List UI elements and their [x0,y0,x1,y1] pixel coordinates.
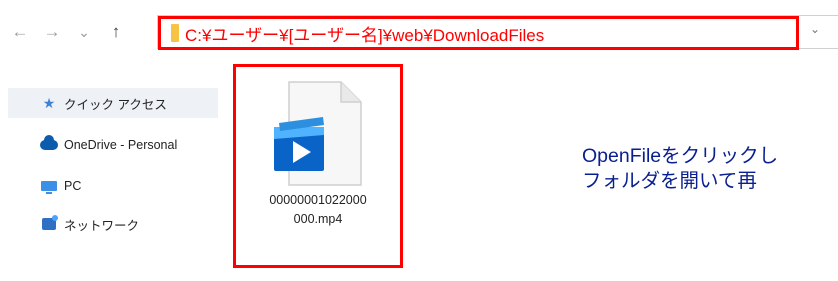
address-highlight-box: C:¥ユーザー¥[ユーザー名]¥web¥DownloadFiles [158,16,799,50]
sidebar-item-label: OneDrive - Personal [64,138,178,152]
navigation-pane: ★ クイック アクセス OneDrive - Personal PC ネットワー… [0,64,222,281]
star-icon: ★ [42,94,56,111]
sidebar-item-label: クイック アクセス [64,97,167,112]
address-toolbar: ← → ⌄ ↑ C:¥ユーザー¥[ユーザー名]¥web¥DownloadFile… [0,0,838,64]
cloud-icon [38,135,60,150]
sidebar-item-label: ネットワーク [64,218,140,233]
sidebar-item-pc[interactable]: PC [8,171,218,201]
chevron-down-icon: ⌄ [78,23,90,40]
forward-button[interactable]: → [40,18,64,46]
network-icon [38,215,60,230]
sidebar-item-quick-access[interactable]: ★ クイック アクセス [8,88,218,118]
file-item[interactable]: 00000001022000 000.mp4 [233,64,403,268]
back-button[interactable]: ← [8,18,32,46]
note-line2: フォルダを開いて再 [582,170,757,192]
file-name-line1: 00000001022000 [269,193,367,207]
address-bar[interactable]: C:¥ユーザー¥[ユーザー名]¥web¥DownloadFiles ⌄ [157,15,838,50]
sidebar-item-network[interactable]: ネットワーク [8,209,218,239]
folder-icon [171,24,179,42]
address-dropdown-icon[interactable]: ⌄ [810,22,820,36]
note-line1: OpenFileをクリックし [582,145,779,167]
forward-arrow-icon: → [43,22,61,41]
up-arrow-icon: ↑ [111,22,121,41]
up-button[interactable]: ↑ [104,18,128,46]
file-name: 00000001022000 000.mp4 [236,191,400,229]
sidebar-item-label: PC [64,179,82,193]
sidebar-item-onedrive[interactable]: OneDrive - Personal [8,130,218,160]
back-arrow-icon: ← [11,22,29,41]
computer-icon [38,181,60,194]
instruction-note: OpenFileをクリックし フォルダを開いて再 [582,144,838,194]
recent-locations-button[interactable]: ⌄ [72,18,96,46]
address-path[interactable]: C:¥ユーザー¥[ユーザー名]¥web¥DownloadFiles [185,21,544,46]
video-file-icon [274,81,362,186]
file-name-line2: 000.mp4 [293,212,343,226]
